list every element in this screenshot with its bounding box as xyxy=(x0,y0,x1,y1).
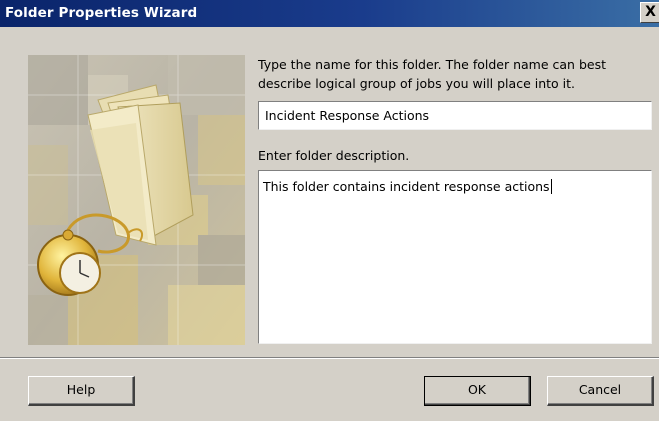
close-icon: X xyxy=(645,4,656,20)
close-button[interactable]: X xyxy=(640,2,659,23)
folder-name-input[interactable]: Incident Response Actions xyxy=(258,101,652,130)
folder-name-prompt: Type the name for this folder. The folde… xyxy=(258,57,606,91)
ok-button[interactable]: OK xyxy=(424,376,531,406)
button-separator xyxy=(0,357,659,359)
cancel-button[interactable]: Cancel xyxy=(547,376,654,406)
text-caret xyxy=(550,179,552,194)
wizard-side-image xyxy=(28,55,245,345)
folder-description-textarea[interactable]: This folder contains incident response a… xyxy=(258,170,652,344)
folder-description-text: This folder contains incident response a… xyxy=(263,179,550,194)
help-button[interactable]: Help xyxy=(28,376,135,406)
title-bar[interactable]: Folder Properties Wizard X xyxy=(0,0,659,27)
folder-description-prompt: Enter folder description. xyxy=(258,148,410,163)
window-title: Folder Properties Wizard xyxy=(5,5,198,21)
